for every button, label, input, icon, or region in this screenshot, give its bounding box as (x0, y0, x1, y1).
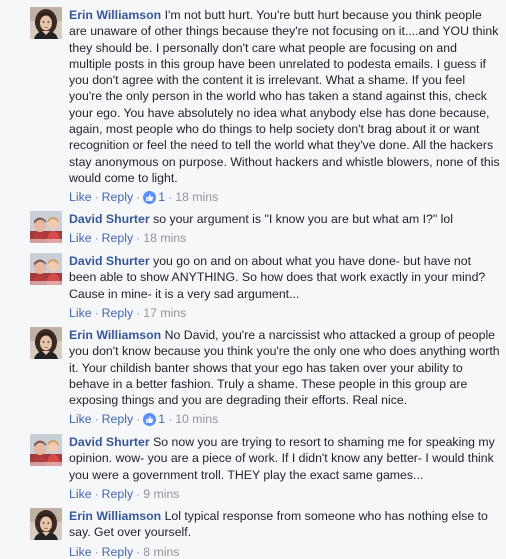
avatar[interactable] (30, 434, 62, 466)
comment-actions: Like · Reply · 1 · 10 mins (69, 411, 500, 427)
like-link[interactable]: Like (69, 306, 92, 320)
separator: · (94, 544, 99, 559)
comment-body: David Shurter so your argument is "I kno… (69, 211, 500, 246)
reply-link[interactable]: Reply (102, 306, 133, 320)
separator: · (136, 412, 141, 427)
separator: · (94, 231, 99, 246)
comment-timestamp[interactable]: 18 mins (143, 231, 186, 245)
avatar[interactable] (30, 211, 62, 243)
separator: · (168, 412, 173, 427)
comment-body: Erin Williamson Lol typical response fro… (69, 508, 500, 559)
comment-author[interactable]: Erin Williamson (69, 328, 161, 342)
like-link[interactable]: Like (69, 231, 92, 245)
comment-body: Erin Williamson No David, you're a narci… (69, 327, 500, 427)
reply-link[interactable]: Reply (102, 412, 133, 426)
avatar[interactable] (30, 508, 62, 540)
comment-author[interactable]: David Shurter (69, 254, 150, 268)
like-link[interactable]: Like (69, 190, 92, 204)
comment-text: so your argument is "I know you are but … (153, 212, 453, 226)
like-reaction-icon[interactable] (143, 191, 157, 205)
like-link[interactable]: Like (69, 487, 92, 501)
comment-text: I'm not butt hurt. You're butt hurt beca… (69, 8, 500, 185)
comment-body: David Shurter you go on and on about wha… (69, 253, 500, 321)
reply-link[interactable]: Reply (102, 231, 133, 245)
comment-timestamp[interactable]: 8 mins (143, 545, 179, 559)
separator: · (136, 486, 141, 501)
comment-body: Erin Williamson I'm not butt hurt. You'r… (69, 7, 500, 205)
separator: · (94, 190, 99, 205)
comment-actions: Like · Reply · 18 mins (69, 230, 500, 246)
like-link[interactable]: Like (69, 545, 92, 559)
separator: · (168, 190, 173, 205)
separator: · (136, 544, 141, 559)
reply-link[interactable]: Reply (102, 487, 133, 501)
separator: · (94, 486, 99, 501)
comment-author[interactable]: Erin Williamson (69, 8, 161, 22)
comment-author[interactable]: David Shurter (69, 212, 150, 226)
comment-body: David Shurter So now you are trying to r… (69, 434, 500, 502)
avatar[interactable] (30, 253, 62, 285)
avatar[interactable] (30, 7, 62, 39)
comment-thread: Erin Williamson I'm not butt hurt. You'r… (0, 0, 506, 559)
comment-actions: Like · Reply · 8 mins (69, 544, 500, 559)
avatar[interactable] (30, 327, 62, 359)
separator: · (136, 190, 141, 205)
separator: · (94, 305, 99, 320)
comment-actions: Like · Reply · 17 mins (69, 305, 500, 321)
separator: · (136, 305, 141, 320)
like-link[interactable]: Like (69, 412, 92, 426)
comment-timestamp[interactable]: 9 mins (143, 487, 179, 501)
like-reaction-icon[interactable] (143, 413, 157, 427)
comment-actions: Like · Reply · 9 mins (69, 486, 500, 502)
separator: · (136, 231, 141, 246)
comment-timestamp[interactable]: 17 mins (143, 306, 186, 320)
comment-timestamp[interactable]: 18 mins (175, 190, 218, 204)
reply-link[interactable]: Reply (102, 545, 133, 559)
comment-author[interactable]: David Shurter (69, 435, 150, 449)
comment-author[interactable]: Erin Williamson (69, 509, 161, 523)
comment-timestamp[interactable]: 10 mins (175, 412, 218, 426)
separator: · (94, 412, 99, 427)
reply-link[interactable]: Reply (102, 190, 133, 204)
comment-actions: Like · Reply · 1 · 18 mins (69, 189, 500, 205)
